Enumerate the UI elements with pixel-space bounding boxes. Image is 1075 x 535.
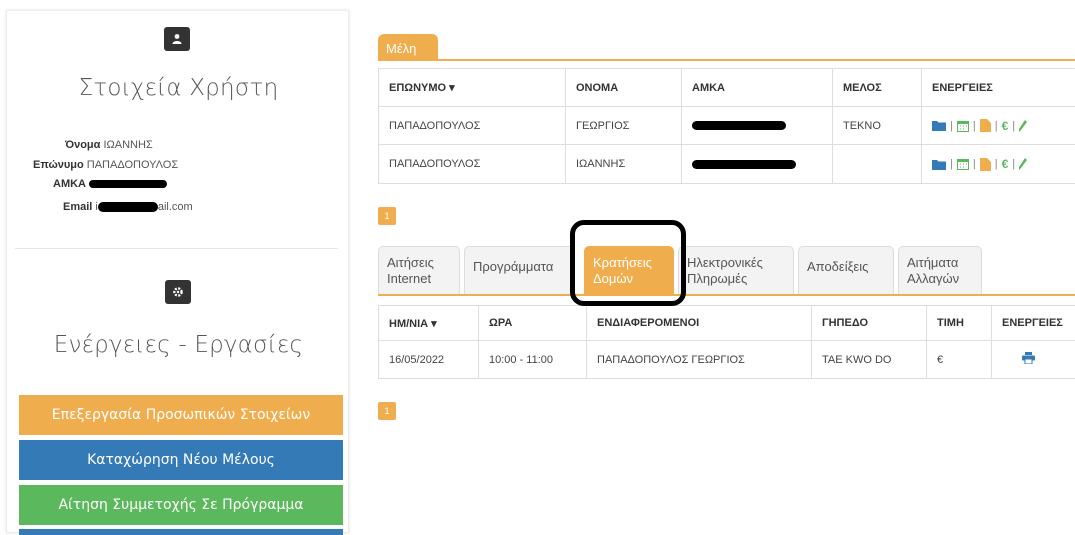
program-application-button[interactable]: Αίτηση Συμμετοχής Σε Πρόγραμμα: [19, 485, 343, 525]
euro-icon[interactable]: €: [1002, 157, 1009, 171]
amka-redacted: [692, 160, 796, 169]
email-row: Email iail.com: [63, 201, 193, 213]
members-table: ΕΠΩΝΥΜΟ ▾ ΟΝΟΜΑ ΑΜΚΑ ΜΕΛΟΣ ΕΝΕΡΓΕΙΕΣ ΠΑΠ…: [378, 68, 1075, 184]
tab-electronic-payments[interactable]: Ηλεκτρονικές Πληρωμές: [678, 246, 794, 294]
member-surname: ΠΑΠΑΔΟΠΟΥΛΟΣ: [379, 107, 566, 145]
panel-divider: [15, 248, 338, 249]
members-tab-underline: [378, 59, 1075, 61]
tab-receipts[interactable]: Αποδείξεις: [798, 246, 894, 294]
col-price: ΤΙΜΗ: [927, 306, 992, 341]
tabs-underline: [378, 294, 1075, 296]
booking-actions: [992, 341, 1075, 379]
amka-label: ΑΜΚΑ: [53, 178, 86, 190]
member-relation: [833, 145, 922, 184]
booking-date: 16/05/2022: [379, 341, 479, 379]
table-row: ΠΑΠΑΔΟΠΟΥΛΟΣ ΙΩΑΝΝΗΣ | | | € |: [379, 145, 1075, 184]
edit-personal-info-button[interactable]: Επεξεργασία Προσωπικών Στοιχείων: [19, 395, 343, 435]
amka-redacted: [692, 121, 786, 130]
col-date[interactable]: ΗΜ/ΝΙΑ ▾: [379, 306, 479, 341]
col-actions: ΕΝΕΡΓΕΙΕΣ: [992, 306, 1075, 341]
amka-redacted: [89, 180, 167, 188]
col-court: ΓΗΠΕΔΟ: [812, 306, 927, 341]
member-actions: | | | € |: [922, 145, 1075, 184]
email-label: Email: [63, 201, 92, 213]
member-actions: | | | € |: [922, 107, 1075, 145]
col-name: ΟΝΟΜΑ: [566, 69, 682, 107]
file-icon[interactable]: [980, 158, 991, 171]
add-new-member-button[interactable]: Καταχώρηση Νέου Μέλους: [19, 440, 343, 480]
booking-interested: ΠΑΠΑΔΟΠΟΥΛΟΣ ΓΕΩΡΓΙΟΣ: [587, 341, 812, 379]
user-info-heading: Στοιχεία Χρήστη: [7, 75, 350, 101]
amka-row: ΑΜΚΑ: [53, 178, 167, 190]
table-row: ΠΑΠΑΔΟΠΟΥΛΟΣ ΓΕΩΡΓΙΟΣ ΤΕΚΝΟ | | | € |: [379, 107, 1075, 145]
more-actions-button-partial[interactable]: [19, 529, 343, 535]
email-redacted: [98, 202, 158, 212]
euro-icon[interactable]: €: [1002, 119, 1009, 133]
first-name-row: Όνομα ΙΩΑΝΝΗΣ: [65, 139, 153, 151]
calendar-icon[interactable]: [957, 120, 969, 132]
col-interested: ΕΝΔΙΑΦΕΡΟΜΕΝΟΙ: [587, 306, 812, 341]
file-icon[interactable]: [980, 119, 991, 132]
members-page-button[interactable]: 1: [378, 207, 396, 225]
gear-icon: [165, 280, 191, 304]
bookings-page-button[interactable]: 1: [378, 402, 396, 420]
member-name: ΙΩΑΝΝΗΣ: [566, 145, 682, 184]
col-amka: ΑΜΚΑ: [682, 69, 833, 107]
first-name-value: ΙΩΑΝΝΗΣ: [103, 139, 152, 151]
bookings-table: ΗΜ/ΝΙΑ ▾ ΩΡΑ ΕΝΔΙΑΦΕΡΟΜΕΝΟΙ ΓΗΠΕΔΟ ΤΙΜΗ …: [378, 305, 1075, 379]
user-sidebar: Στοιχεία Χρήστη Όνομα ΙΩΑΝΝΗΣ Επώνυμο ΠΑ…: [6, 10, 349, 533]
booking-time: 10:00 - 11:00: [479, 341, 587, 379]
tab-internet-applications[interactable]: Αιτήσεις Internet: [378, 246, 460, 294]
member-relation: ΤΕΚΝΟ: [833, 107, 922, 145]
member-amka: [682, 107, 833, 145]
booking-price: €: [927, 341, 992, 379]
pencil-icon[interactable]: [1019, 158, 1027, 170]
tab-change-requests[interactable]: Αιτήματα Αλλαγών: [898, 246, 982, 294]
col-surname[interactable]: ΕΠΩΝΥΜΟ ▾: [379, 69, 566, 107]
col-actions: ΕΝΕΡΓΕΙΕΣ: [922, 69, 1075, 107]
tab-facility-bookings[interactable]: Κρατήσεις Δομών: [584, 246, 674, 294]
member-name: ΓΕΩΡΓΙΟΣ: [566, 107, 682, 145]
actions-heading: Ενέργειες - Εργασίες: [7, 332, 350, 358]
print-icon[interactable]: [1022, 352, 1035, 364]
col-member: ΜΕΛΟΣ: [833, 69, 922, 107]
col-time: ΩΡΑ: [479, 306, 587, 341]
table-row: 16/05/2022 10:00 - 11:00 ΠΑΠΑΔΟΠΟΥΛΟΣ ΓΕ…: [379, 341, 1075, 379]
tab-programs[interactable]: Προγράμματα: [464, 246, 574, 294]
folder-icon[interactable]: [932, 159, 946, 170]
member-amka: [682, 145, 833, 184]
tab-members-label: Μέλη: [386, 41, 416, 56]
folder-icon[interactable]: [932, 120, 946, 131]
pencil-icon[interactable]: [1019, 120, 1027, 132]
calendar-icon[interactable]: [957, 158, 969, 170]
last-name-row: Επώνυμο ΠΑΠΑΔΟΠΟΥΛΟΣ: [33, 159, 178, 171]
tab-members[interactable]: Μέλη: [378, 34, 438, 60]
last-name-label: Επώνυμο: [33, 159, 84, 171]
email-suffix: ail.com: [158, 201, 193, 213]
first-name-label: Όνομα: [65, 139, 100, 151]
booking-court: TAE KWO DO: [812, 341, 927, 379]
user-icon: [164, 27, 190, 51]
member-surname: ΠΑΠΑΔΟΠΟΥΛΟΣ: [379, 145, 566, 184]
last-name-value: ΠΑΠΑΔΟΠΟΥΛΟΣ: [87, 159, 178, 171]
